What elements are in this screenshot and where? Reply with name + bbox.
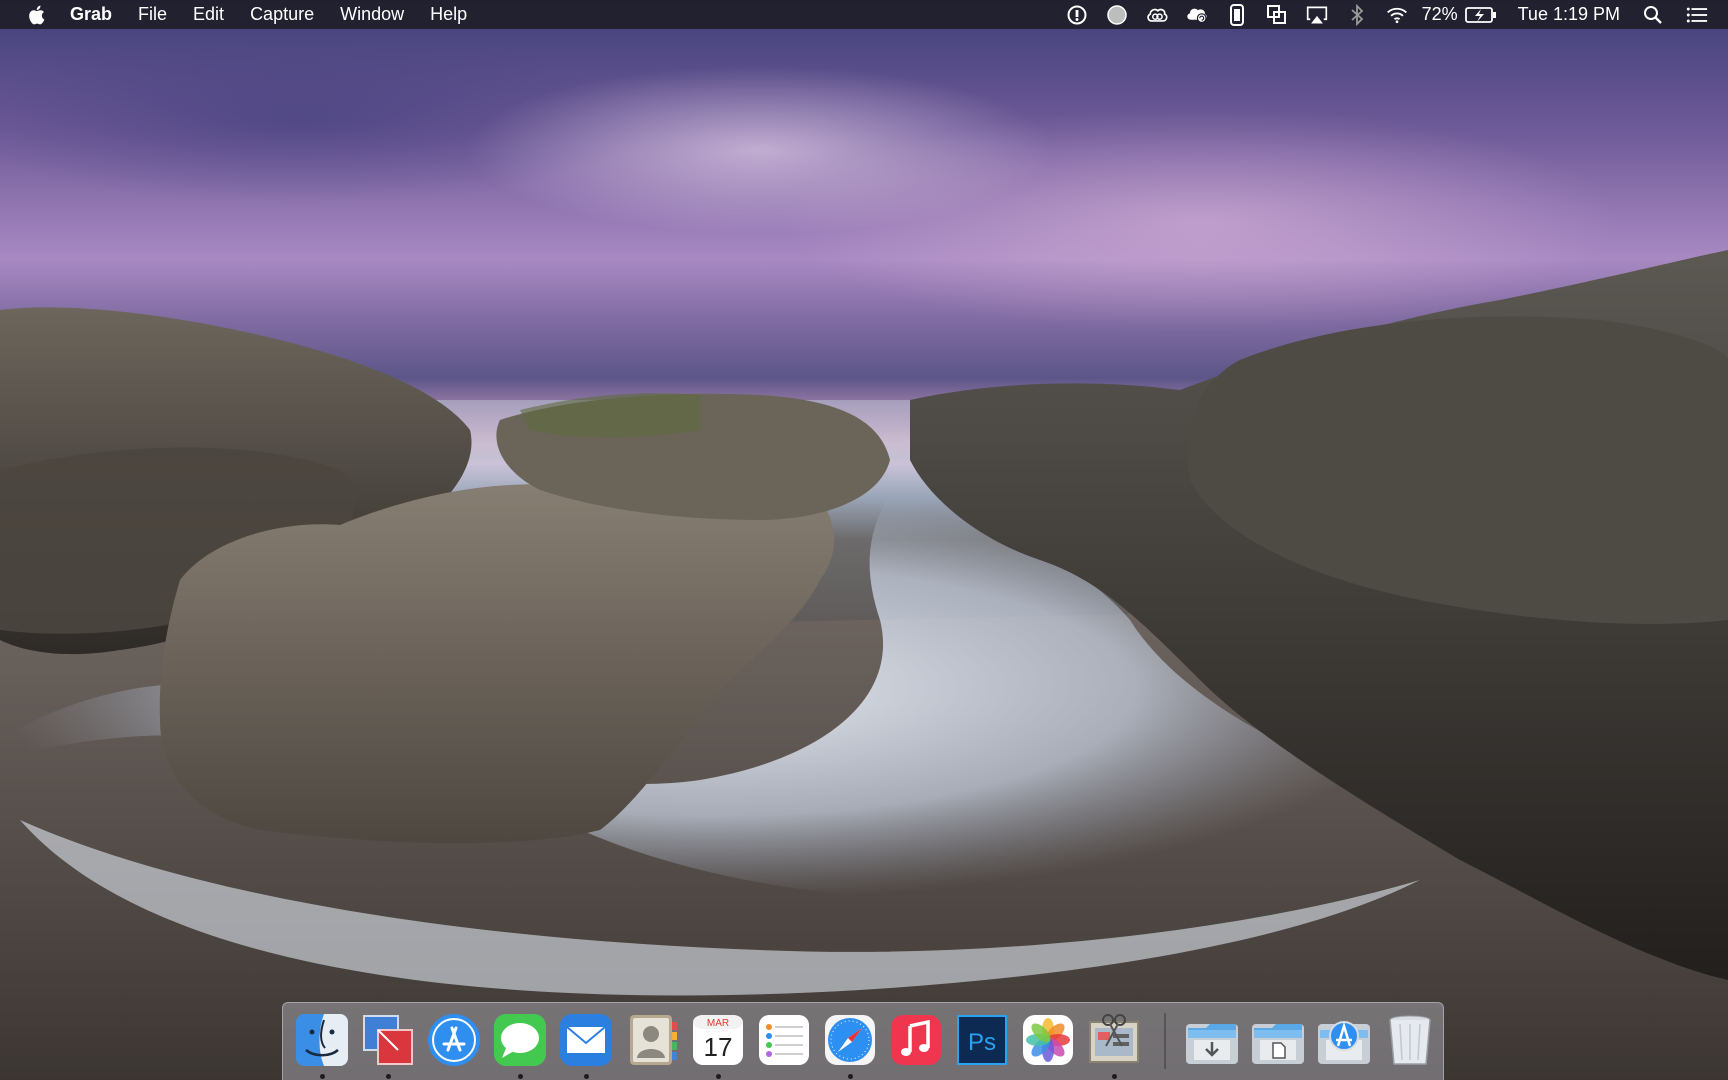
dock-photos-icon[interactable] xyxy=(1019,1011,1077,1069)
menu-edit[interactable]: Edit xyxy=(193,0,224,29)
calendar-day: 17 xyxy=(704,1032,733,1062)
running-indicator xyxy=(518,1074,523,1079)
bluetooth-icon[interactable] xyxy=(1346,3,1368,26)
dock-messages-icon[interactable] xyxy=(491,1011,549,1069)
notification-center-icon[interactable] xyxy=(1686,4,1708,26)
creative-cloud-icon[interactable] xyxy=(1146,4,1168,26)
battery-charging-icon[interactable] xyxy=(1464,4,1498,26)
record-circle-icon[interactable] xyxy=(1106,4,1128,26)
menu-file[interactable]: File xyxy=(138,0,167,29)
dock-finder-icon[interactable] xyxy=(293,1011,351,1069)
running-indicator xyxy=(320,1074,325,1079)
wallpaper-scene xyxy=(0,250,1728,1080)
photoshop-label: Ps xyxy=(968,1029,996,1056)
dock-contacts-icon[interactable] xyxy=(623,1011,681,1069)
calendar-month: MAR xyxy=(707,1018,729,1029)
dock-grab-icon[interactable] xyxy=(1085,1011,1143,1069)
menu-bar-clock[interactable]: Tue 1:19 PM xyxy=(1518,4,1620,25)
dock-documents-stack-icon[interactable] xyxy=(1249,1011,1307,1069)
dock-separator xyxy=(1164,1013,1166,1069)
info-circle-icon[interactable] xyxy=(1066,4,1088,26)
wifi-icon[interactable] xyxy=(1386,4,1408,26)
dock: MAR 17 Ps xyxy=(282,1002,1444,1080)
menu-bar-status-area: 72% Tue 1:19 PM xyxy=(1048,0,1728,29)
spotlight-search-icon[interactable] xyxy=(1642,4,1664,26)
menu-help[interactable]: Help xyxy=(430,0,467,29)
running-indicator xyxy=(584,1074,589,1079)
dock-app-store-icon[interactable] xyxy=(425,1011,483,1069)
apple-menu-icon[interactable] xyxy=(26,4,48,26)
dock-downloads-stack-icon[interactable] xyxy=(1183,1011,1241,1069)
menu-bar: Grab File Edit Capture Window Help 72% T… xyxy=(0,0,1728,29)
menu-capture[interactable]: Capture xyxy=(250,0,314,29)
dock-applications-stack-icon[interactable] xyxy=(1315,1011,1373,1069)
menu-bar-left: Grab File Edit Capture Window Help xyxy=(0,0,493,29)
dock-reminders-icon[interactable] xyxy=(755,1011,813,1069)
running-indicator xyxy=(386,1074,391,1079)
running-indicator xyxy=(848,1074,853,1079)
app-menu-grab[interactable]: Grab xyxy=(70,0,112,29)
screens-icon[interactable] xyxy=(1266,4,1288,26)
running-indicator xyxy=(1112,1074,1117,1079)
desktop-wallpaper xyxy=(0,0,1728,1080)
dock-trash-icon[interactable] xyxy=(1381,1011,1439,1069)
dock-parallels-icon[interactable] xyxy=(359,1011,417,1069)
phone-icon[interactable] xyxy=(1226,3,1248,26)
airplay-icon[interactable] xyxy=(1306,4,1328,26)
running-indicator xyxy=(716,1074,721,1079)
dock-calendar-icon[interactable]: MAR 17 xyxy=(689,1011,747,1069)
dock-safari-icon[interactable] xyxy=(821,1011,879,1069)
menu-window[interactable]: Window xyxy=(340,0,404,29)
battery-percentage[interactable]: 72% xyxy=(1422,4,1458,25)
dock-itunes-icon[interactable] xyxy=(887,1011,945,1069)
dock-photoshop-icon[interactable]: Ps xyxy=(953,1011,1011,1069)
dock-mail-icon[interactable] xyxy=(557,1011,615,1069)
cloud-sync-icon[interactable] xyxy=(1186,4,1208,26)
